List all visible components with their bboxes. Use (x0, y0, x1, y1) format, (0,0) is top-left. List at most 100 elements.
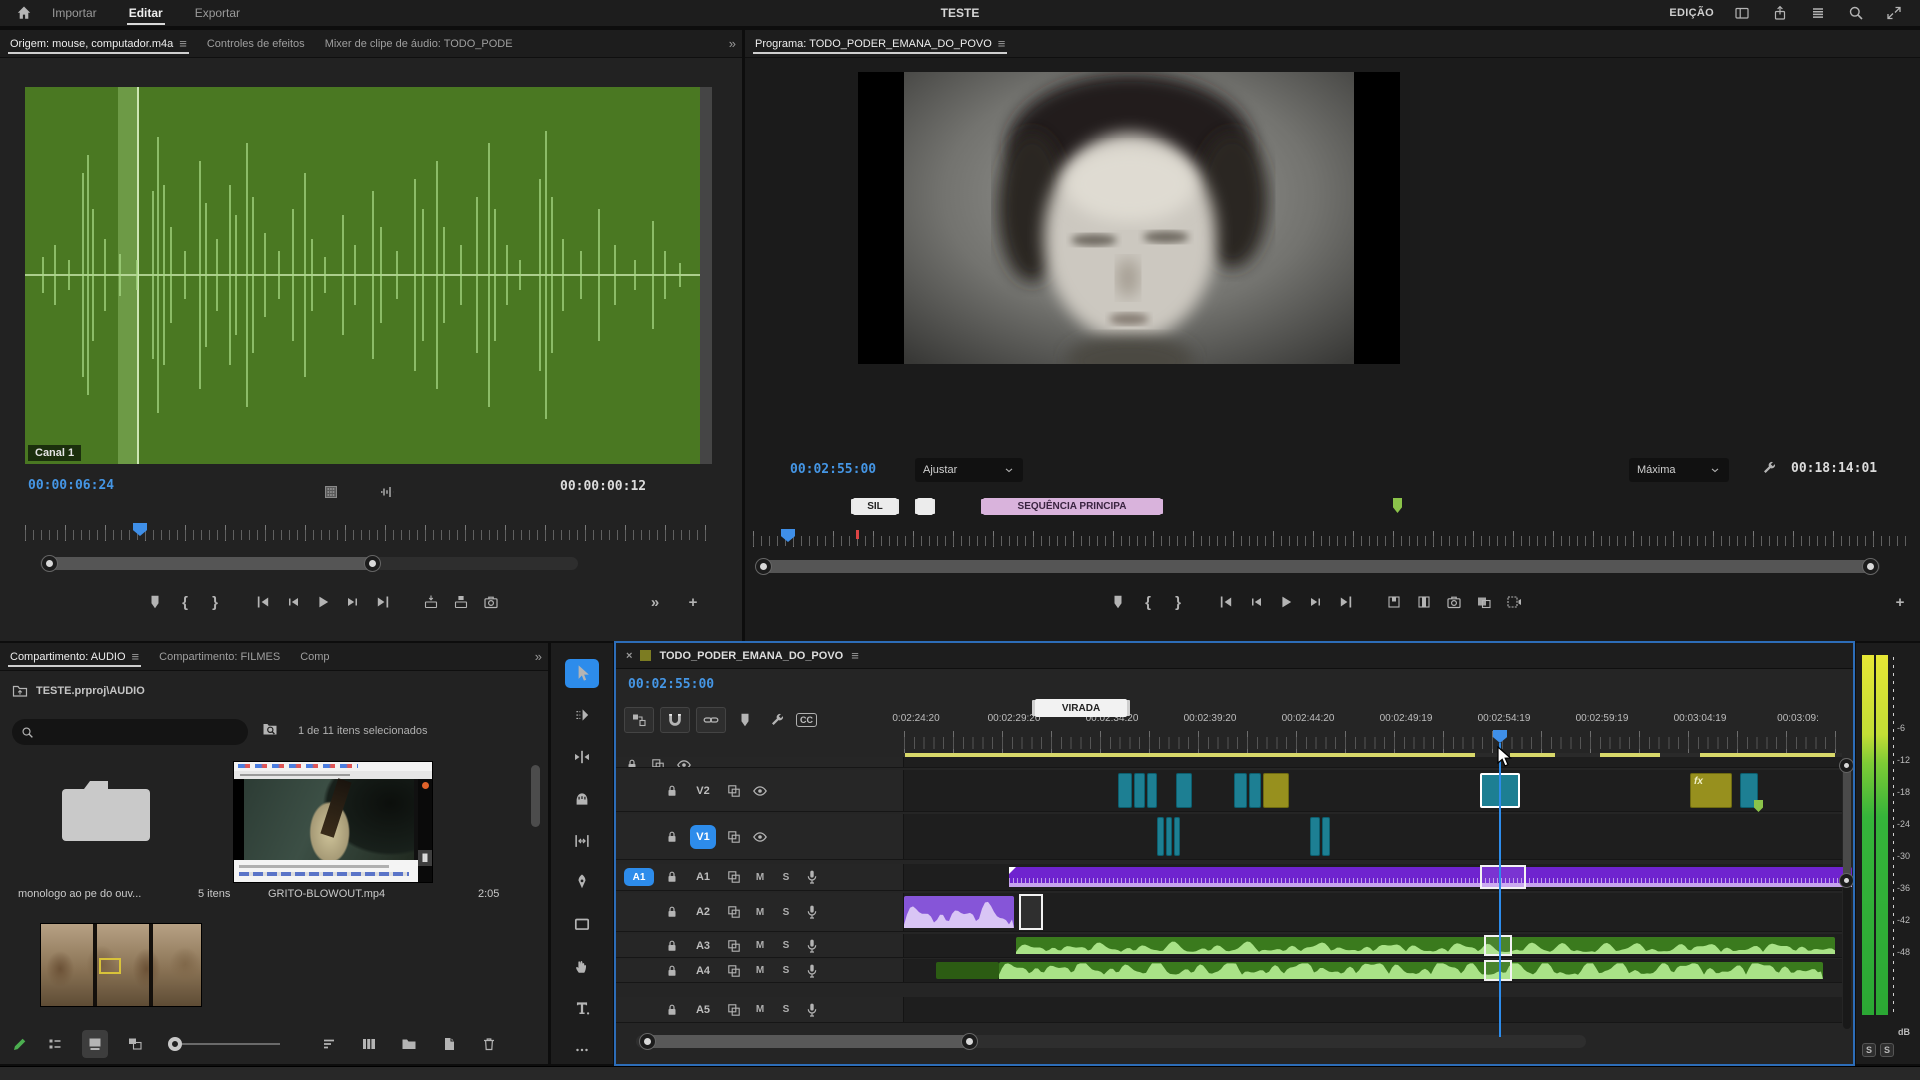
item-name[interactable]: monologo ao pe do ouv... (18, 888, 186, 900)
tool-more-tools[interactable] (565, 1035, 599, 1064)
settings-wrench-icon[interactable] (1761, 460, 1777, 476)
add-marker-button[interactable] (732, 707, 758, 733)
sequence-marker[interactable]: VIRADA (1035, 699, 1127, 717)
track-lane-a1[interactable] (904, 864, 1842, 890)
mode-tab-importar[interactable]: Importar (36, 0, 113, 27)
source-tab[interactable]: Mixer de clipe de áudio: TODO_PODE (315, 30, 523, 57)
source-tab[interactable]: Controles de efeitos (197, 30, 315, 57)
track-lane-a4[interactable] (904, 959, 1842, 982)
play-button[interactable] (1271, 588, 1301, 616)
track-lane-a2[interactable] (904, 893, 1842, 931)
source-playhead-grip[interactable] (133, 523, 147, 536)
program-zoom-scrollbar[interactable] (755, 560, 1880, 573)
track-lane-a3[interactable] (904, 934, 1842, 957)
project-tab[interactable]: Comp (290, 643, 339, 670)
extract-button[interactable] (1409, 588, 1439, 616)
tool-ripple-edit[interactable] (565, 743, 599, 772)
track-lane-v2[interactable]: fx (904, 770, 1842, 811)
step-forward-button[interactable] (1301, 588, 1331, 616)
timeline-clip[interactable] (1147, 773, 1157, 808)
export-frame-button[interactable] (1439, 588, 1469, 616)
workspace-label[interactable]: EDIÇÃO (1669, 7, 1714, 19)
mute-button[interactable]: M (752, 963, 768, 979)
track-name-a3[interactable]: A3 (690, 940, 716, 952)
zoom-handle-right[interactable] (962, 1034, 977, 1049)
solo-button[interactable]: S (778, 938, 794, 954)
timeline-clip[interactable] (1009, 867, 1852, 887)
solo-button[interactable]: S (778, 904, 794, 920)
zoom-handle-left[interactable] (42, 556, 57, 571)
timeline-v-scrollbar[interactable] (1843, 759, 1851, 1029)
settings-wrench-icon[interactable] (528, 478, 544, 494)
button-editor-plus[interactable]: + (678, 588, 708, 616)
mute-button[interactable]: M (752, 1002, 768, 1018)
timeline-clip[interactable] (1322, 817, 1330, 856)
clip-selection-box[interactable] (1480, 865, 1526, 889)
add-marker-button[interactable] (140, 588, 170, 616)
go-to-in-button[interactable] (1211, 588, 1241, 616)
timeline-clip[interactable] (1263, 773, 1289, 808)
marker-chip[interactable]: SIL (853, 498, 897, 515)
timeline-clip[interactable] (1174, 817, 1180, 856)
timeline-clip[interactable] (999, 962, 1823, 979)
bin-search-icon[interactable] (262, 721, 278, 737)
compare-view-button[interactable] (1469, 588, 1499, 616)
bin-up-icon[interactable] (12, 683, 28, 699)
source-patch-a2[interactable] (624, 903, 654, 921)
timeline-clip[interactable] (904, 896, 1014, 928)
solo-button[interactable]: S (778, 1002, 794, 1018)
source-patch-a4[interactable] (624, 962, 654, 980)
new-bin-button[interactable] (396, 1030, 422, 1058)
tool-selection[interactable] (565, 659, 599, 688)
writable-pencil-icon[interactable] (12, 1036, 28, 1052)
program-playhead-grip[interactable] (781, 529, 795, 542)
track-name-v2[interactable]: V2 (690, 785, 716, 797)
multi-camera-button[interactable] (1499, 588, 1529, 616)
track-name-v1[interactable]: V1 (690, 825, 716, 849)
lift-button[interactable] (1379, 588, 1409, 616)
clip-selection-box[interactable] (1019, 894, 1043, 930)
mode-tab-exportar[interactable]: Exportar (179, 0, 256, 27)
button-editor-plus[interactable]: + (1885, 588, 1915, 616)
add-marker-button[interactable] (1103, 588, 1133, 616)
timeline-clip[interactable] (1134, 773, 1145, 808)
timeline-clip[interactable] (1234, 773, 1247, 808)
linked-selection-button[interactable] (696, 707, 726, 733)
close-panel-icon[interactable]: × (626, 650, 632, 662)
timeline-clip[interactable] (936, 962, 999, 979)
source-patch-a5[interactable] (624, 1001, 654, 1019)
search-input[interactable] (12, 719, 248, 745)
marker-chip[interactable]: SEQUÊNCIA PRINCIPA (983, 498, 1161, 515)
source-patch-v1[interactable] (624, 828, 654, 846)
source-tab[interactable]: Origem: mouse, computador.m4a≡ (0, 30, 197, 57)
tool-razor[interactable] (565, 784, 599, 813)
go-to-out-button[interactable] (368, 588, 398, 616)
zoom-handle-left[interactable] (640, 1034, 655, 1049)
share-icon[interactable] (1772, 5, 1788, 21)
tool-slip[interactable] (565, 826, 599, 855)
bin-item-folder[interactable] (58, 775, 154, 845)
zoom-handle-left[interactable] (756, 559, 771, 574)
solo-button[interactable]: S (778, 869, 794, 885)
timeline-clip[interactable] (1176, 773, 1192, 808)
clip-selection-box[interactable] (1484, 935, 1512, 956)
panel-menu-icon[interactable]: ≡ (851, 648, 859, 663)
mute-button[interactable]: M (752, 938, 768, 954)
track-lane-v1[interactable] (904, 814, 1842, 859)
snap-button[interactable] (660, 707, 690, 733)
mode-tab-editar[interactable]: Editar (113, 0, 179, 27)
timeline-clip[interactable] (1166, 817, 1172, 856)
bin-item-clip-thumbnail[interactable]: ▐▌ (233, 761, 433, 883)
timeline-clip[interactable] (1310, 817, 1320, 856)
freeform-view-button[interactable] (122, 1030, 148, 1058)
source-patch-a1[interactable]: A1 (624, 868, 654, 886)
tab-overflow-chevrons[interactable]: » (527, 649, 548, 664)
overwrite-button[interactable] (446, 588, 476, 616)
project-tab[interactable]: Compartimento: AUDIO≡ (0, 643, 149, 670)
play-button[interactable] (308, 588, 338, 616)
mark-in-button[interactable]: { (1133, 588, 1163, 616)
export-frame-button[interactable] (476, 588, 506, 616)
captions-button[interactable]: CC (796, 713, 817, 727)
program-current-timecode[interactable]: 00:02:55:00 (790, 462, 876, 477)
marker-chip[interactable] (917, 498, 933, 515)
